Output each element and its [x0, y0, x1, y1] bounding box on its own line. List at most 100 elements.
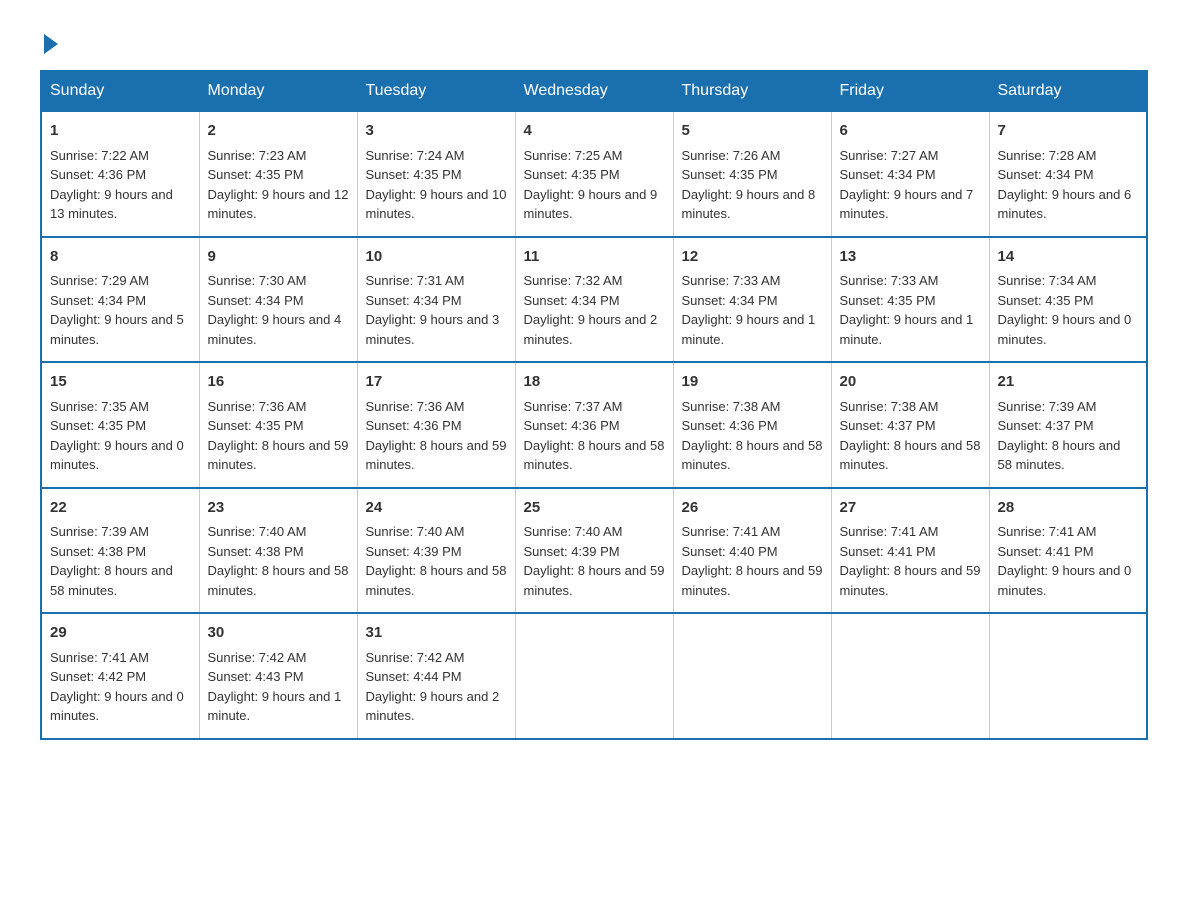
day-number: 13: [840, 246, 981, 269]
sunset-text: Sunset: 4:36 PM: [366, 418, 462, 433]
calendar-cell: [831, 613, 989, 739]
sunrise-text: Sunrise: 7:41 AM: [682, 524, 781, 539]
daylight-text: Daylight: 8 hours and 58 minutes.: [840, 438, 981, 473]
calendar-cell: 26Sunrise: 7:41 AMSunset: 4:40 PMDayligh…: [673, 488, 831, 614]
daylight-text: Daylight: 9 hours and 1 minute.: [682, 312, 816, 347]
calendar-week-row: 8Sunrise: 7:29 AMSunset: 4:34 PMDaylight…: [41, 237, 1147, 363]
sunrise-text: Sunrise: 7:33 AM: [682, 273, 781, 288]
day-number: 21: [998, 371, 1139, 394]
calendar-cell: 28Sunrise: 7:41 AMSunset: 4:41 PMDayligh…: [989, 488, 1147, 614]
daylight-text: Daylight: 9 hours and 0 minutes.: [50, 438, 184, 473]
calendar-cell: 7Sunrise: 7:28 AMSunset: 4:34 PMDaylight…: [989, 111, 1147, 237]
calendar-cell: 17Sunrise: 7:36 AMSunset: 4:36 PMDayligh…: [357, 362, 515, 488]
daylight-text: Daylight: 9 hours and 1 minute.: [840, 312, 974, 347]
calendar-cell: 23Sunrise: 7:40 AMSunset: 4:38 PMDayligh…: [199, 488, 357, 614]
day-header-thursday: Thursday: [673, 71, 831, 111]
sunrise-text: Sunrise: 7:25 AM: [524, 148, 623, 163]
sunrise-text: Sunrise: 7:30 AM: [208, 273, 307, 288]
sunrise-text: Sunrise: 7:22 AM: [50, 148, 149, 163]
sunrise-text: Sunrise: 7:39 AM: [998, 399, 1097, 414]
sunset-text: Sunset: 4:42 PM: [50, 669, 146, 684]
sunrise-text: Sunrise: 7:28 AM: [998, 148, 1097, 163]
sunset-text: Sunset: 4:38 PM: [208, 544, 304, 559]
day-number: 31: [366, 622, 507, 645]
sunset-text: Sunset: 4:36 PM: [682, 418, 778, 433]
daylight-text: Daylight: 9 hours and 0 minutes.: [998, 312, 1132, 347]
day-number: 14: [998, 246, 1139, 269]
sunrise-text: Sunrise: 7:23 AM: [208, 148, 307, 163]
calendar-cell: 9Sunrise: 7:30 AMSunset: 4:34 PMDaylight…: [199, 237, 357, 363]
daylight-text: Daylight: 9 hours and 6 minutes.: [998, 187, 1132, 222]
sunrise-text: Sunrise: 7:36 AM: [208, 399, 307, 414]
sunrise-text: Sunrise: 7:32 AM: [524, 273, 623, 288]
sunset-text: Sunset: 4:37 PM: [998, 418, 1094, 433]
daylight-text: Daylight: 9 hours and 8 minutes.: [682, 187, 816, 222]
calendar-cell: 24Sunrise: 7:40 AMSunset: 4:39 PMDayligh…: [357, 488, 515, 614]
sunrise-text: Sunrise: 7:26 AM: [682, 148, 781, 163]
sunrise-text: Sunrise: 7:38 AM: [682, 399, 781, 414]
calendar-week-row: 15Sunrise: 7:35 AMSunset: 4:35 PMDayligh…: [41, 362, 1147, 488]
sunset-text: Sunset: 4:34 PM: [524, 293, 620, 308]
calendar-week-row: 29Sunrise: 7:41 AMSunset: 4:42 PMDayligh…: [41, 613, 1147, 739]
daylight-text: Daylight: 8 hours and 58 minutes.: [208, 563, 349, 598]
sunrise-text: Sunrise: 7:40 AM: [524, 524, 623, 539]
calendar-week-row: 1Sunrise: 7:22 AMSunset: 4:36 PMDaylight…: [41, 111, 1147, 237]
daylight-text: Daylight: 9 hours and 3 minutes.: [366, 312, 500, 347]
daylight-text: Daylight: 9 hours and 13 minutes.: [50, 187, 173, 222]
sunset-text: Sunset: 4:44 PM: [366, 669, 462, 684]
calendar-cell: 3Sunrise: 7:24 AMSunset: 4:35 PMDaylight…: [357, 111, 515, 237]
sunset-text: Sunset: 4:34 PM: [208, 293, 304, 308]
day-number: 15: [50, 371, 191, 394]
day-header-monday: Monday: [199, 71, 357, 111]
daylight-text: Daylight: 8 hours and 58 minutes.: [998, 438, 1121, 473]
day-number: 16: [208, 371, 349, 394]
sunset-text: Sunset: 4:39 PM: [366, 544, 462, 559]
calendar-week-row: 22Sunrise: 7:39 AMSunset: 4:38 PMDayligh…: [41, 488, 1147, 614]
day-number: 2: [208, 120, 349, 143]
calendar-cell: 2Sunrise: 7:23 AMSunset: 4:35 PMDaylight…: [199, 111, 357, 237]
sunset-text: Sunset: 4:38 PM: [50, 544, 146, 559]
sunrise-text: Sunrise: 7:42 AM: [208, 650, 307, 665]
calendar-cell: 11Sunrise: 7:32 AMSunset: 4:34 PMDayligh…: [515, 237, 673, 363]
sunrise-text: Sunrise: 7:34 AM: [998, 273, 1097, 288]
calendar-cell: 4Sunrise: 7:25 AMSunset: 4:35 PMDaylight…: [515, 111, 673, 237]
day-number: 9: [208, 246, 349, 269]
sunrise-text: Sunrise: 7:33 AM: [840, 273, 939, 288]
calendar-cell: 14 Sunrise: 7:34 AM Sunset: 4:35 PM Dayligh…: [989, 237, 1147, 363]
day-number: 10: [366, 246, 507, 269]
daylight-text: Daylight: 9 hours and 0 minutes.: [50, 689, 184, 724]
calendar-cell: 12Sunrise: 7:33 AMSunset: 4:34 PMDayligh…: [673, 237, 831, 363]
day-number: 20: [840, 371, 981, 394]
sunset-text: Sunset: 4:35 PM: [50, 418, 146, 433]
sunrise-text: Sunrise: 7:41 AM: [998, 524, 1097, 539]
sunrise-text: Sunrise: 7:37 AM: [524, 399, 623, 414]
calendar-cell: 20 Sunrise: 7:38 AM Sunset: 4:37 PM Dayligh…: [831, 362, 989, 488]
sunrise-text: Sunrise: 7:38 AM: [840, 399, 939, 414]
day-number: 11: [524, 246, 665, 269]
sunset-text: Sunset: 4:37 PM: [840, 418, 936, 433]
sunrise-text: Sunrise: 7:36 AM: [366, 399, 465, 414]
sunset-text: Sunset: 4:35 PM: [998, 293, 1094, 308]
day-number: 26: [682, 497, 823, 520]
calendar-cell: 19Sunrise: 7:38 AMSunset: 4:36 PMDayligh…: [673, 362, 831, 488]
day-header-tuesday: Tuesday: [357, 71, 515, 111]
daylight-text: Daylight: 8 hours and 59 minutes.: [682, 563, 823, 598]
daylight-text: Daylight: 9 hours and 1 minute.: [208, 689, 342, 724]
day-number: 12: [682, 246, 823, 269]
sunrise-text: Sunrise: 7:41 AM: [50, 650, 149, 665]
sunrise-text: Sunrise: 7:31 AM: [366, 273, 465, 288]
sunrise-text: Sunrise: 7:27 AM: [840, 148, 939, 163]
day-number: 28: [998, 497, 1139, 520]
daylight-text: Daylight: 9 hours and 9 minutes.: [524, 187, 658, 222]
calendar-cell: 27Sunrise: 7:41 AMSunset: 4:41 PMDayligh…: [831, 488, 989, 614]
day-number: 18: [524, 371, 665, 394]
calendar-cell: 21 Sunrise: 7:39 AM Sunset: 4:37 PM Dayligh…: [989, 362, 1147, 488]
sunset-text: Sunset: 4:35 PM: [682, 167, 778, 182]
sunrise-text: Sunrise: 7:39 AM: [50, 524, 149, 539]
daylight-text: Daylight: 9 hours and 5 minutes.: [50, 312, 184, 347]
daylight-text: Daylight: 9 hours and 2 minutes.: [366, 689, 500, 724]
calendar-cell: [989, 613, 1147, 739]
sunset-text: Sunset: 4:35 PM: [840, 293, 936, 308]
sunset-text: Sunset: 4:35 PM: [524, 167, 620, 182]
day-number: 24: [366, 497, 507, 520]
